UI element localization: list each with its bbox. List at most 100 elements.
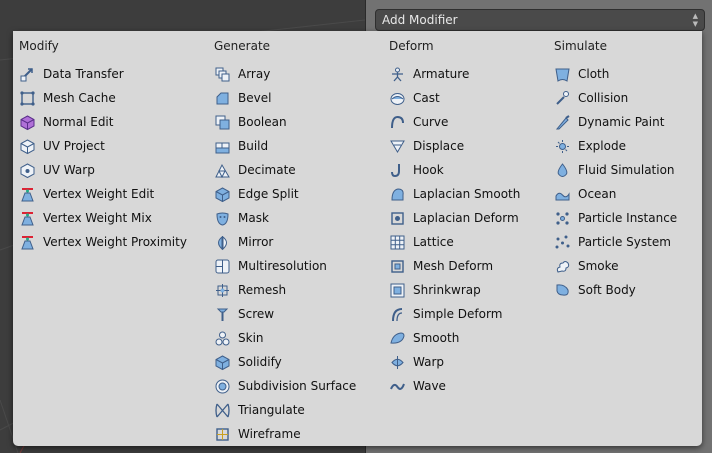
menu-item-label: Triangulate [238,403,305,417]
menu-item-solidify[interactable]: Solidify [214,350,356,374]
menu-item-label: Data Transfer [43,67,124,81]
menu-item-smoke[interactable]: Smoke [554,254,677,278]
menu-item-cast[interactable]: Cast [389,86,520,110]
menu-item-uv-warp[interactable]: UV Warp [19,158,187,182]
menu-item-vertex-weight-proximity[interactable]: Vertex Weight Proximity [19,230,187,254]
mesh-cache-icon [19,90,36,107]
screw-icon [214,306,231,323]
menu-item-array[interactable]: Array [214,62,356,86]
menu-item-laplacian-deform[interactable]: Laplacian Deform [389,206,520,230]
menu-item-label: Array [238,67,271,81]
menu-item-ocean[interactable]: Ocean [554,182,677,206]
boolean-icon [214,114,231,131]
menu-item-label: Vertex Weight Edit [43,187,155,201]
mirror-icon [214,234,231,251]
menu-item-label: Hook [413,163,444,177]
menu-item-displace[interactable]: Displace [389,134,520,158]
warp-icon [389,354,406,371]
menu-item-label: Fluid Simulation [578,163,675,177]
remesh-icon [214,282,231,299]
uv-project-icon [19,138,36,155]
skin-icon [214,330,231,347]
menu-item-label: Build [238,139,269,153]
add-modifier-dropdown[interactable]: Add Modifier ▲ ▼ [375,9,705,31]
menu-item-label: Shrinkwrap [413,283,481,297]
normal-edit-icon [19,114,36,131]
menu-item-warp[interactable]: Warp [389,350,520,374]
menu-item-mesh-deform[interactable]: Mesh Deform [389,254,520,278]
build-icon [214,138,231,155]
menu-item-wave[interactable]: Wave [389,374,520,398]
menu-item-smooth[interactable]: Smooth [389,326,520,350]
menu-item-laplacian-smooth[interactable]: Laplacian Smooth [389,182,520,206]
multiresolution-icon [214,258,231,275]
menu-item-build[interactable]: Build [214,134,356,158]
menu-item-mirror[interactable]: Mirror [214,230,356,254]
menu-item-dynamic-paint[interactable]: Dynamic Paint [554,110,677,134]
menu-item-wireframe[interactable]: Wireframe [214,422,356,446]
menu-item-label: Particle Instance [578,211,678,225]
menu-item-skin[interactable]: Skin [214,326,356,350]
lattice-icon [389,234,406,251]
menu-item-soft-body[interactable]: Soft Body [554,278,677,302]
menu-item-label: Wireframe [238,427,301,441]
explode-icon [554,138,571,155]
menu-item-label: Normal Edit [43,115,114,129]
menu-item-label: Subdivision Surface [238,379,357,393]
menu-item-mesh-cache[interactable]: Mesh Cache [19,86,187,110]
menu-item-bevel[interactable]: Bevel [214,86,356,110]
menu-item-particle-instance[interactable]: Particle Instance [554,206,677,230]
particle-instance-icon [554,210,571,227]
vertex-weight-edit-icon [19,186,36,203]
menu-item-screw[interactable]: Screw [214,302,356,326]
column-title-deform: Deform [389,39,434,53]
cloth-icon [554,66,571,83]
dynamic-paint-icon [554,114,571,131]
menu-column-deform: Deform Armature Cast Curve Displace Hook Lapl… [389,38,520,398]
menu-column-modify: Modify Data Transfer Mesh Cache Normal Edi… [19,38,187,254]
menu-item-label: Skin [238,331,264,345]
mesh-deform-icon [389,258,406,275]
menu-item-shrinkwrap[interactable]: Shrinkwrap [389,278,520,302]
menu-item-label: Bevel [238,91,272,105]
menu-item-cloth[interactable]: Cloth [554,62,677,86]
menu-item-edge-split[interactable]: Edge Split [214,182,356,206]
add-modifier-label: Add Modifier [382,13,458,27]
menu-item-label: Mesh Deform [413,259,494,273]
menu-column-simulate: Simulate Cloth Collision Dynamic Paint Expl… [554,38,677,302]
menu-item-armature[interactable]: Armature [389,62,520,86]
menu-item-explode[interactable]: Explode [554,134,677,158]
menu-item-label: Decimate [238,163,296,177]
menu-item-hook[interactable]: Hook [389,158,520,182]
menu-item-normal-edit[interactable]: Normal Edit [19,110,187,134]
menu-item-triangulate[interactable]: Triangulate [214,398,356,422]
menu-item-vertex-weight-mix[interactable]: Vertex Weight Mix [19,206,187,230]
menu-item-subdivision-surface[interactable]: Subdivision Surface [214,374,356,398]
menu-item-simple-deform[interactable]: Simple Deform [389,302,520,326]
edge-split-icon [214,186,231,203]
menu-item-lattice[interactable]: Lattice [389,230,520,254]
menu-item-label: Solidify [238,355,282,369]
menu-item-multiresolution[interactable]: Multiresolution [214,254,356,278]
subdivision-surface-icon [214,378,231,395]
menu-item-mask[interactable]: Mask [214,206,356,230]
menu-item-label: Edge Split [238,187,299,201]
menu-item-data-transfer[interactable]: Data Transfer [19,62,187,86]
bevel-icon [214,90,231,107]
menu-item-uv-project[interactable]: UV Project [19,134,187,158]
menu-item-curve[interactable]: Curve [389,110,520,134]
laplacian-deform-icon [389,210,406,227]
menu-item-boolean[interactable]: Boolean [214,110,356,134]
menu-item-fluid-simulation[interactable]: Fluid Simulation [554,158,677,182]
column-title-modify: Modify [19,39,59,53]
menu-item-vertex-weight-edit[interactable]: Vertex Weight Edit [19,182,187,206]
menu-item-remesh[interactable]: Remesh [214,278,356,302]
menu-item-decimate[interactable]: Decimate [214,158,356,182]
triangulate-icon [214,402,231,419]
array-icon [214,66,231,83]
menu-item-particle-system[interactable]: Particle System [554,230,677,254]
menu-item-label: Laplacian Smooth [413,187,521,201]
menu-item-collision[interactable]: Collision [554,86,677,110]
menu-item-label: UV Warp [43,163,95,177]
menu-item-label: Particle System [578,235,671,249]
